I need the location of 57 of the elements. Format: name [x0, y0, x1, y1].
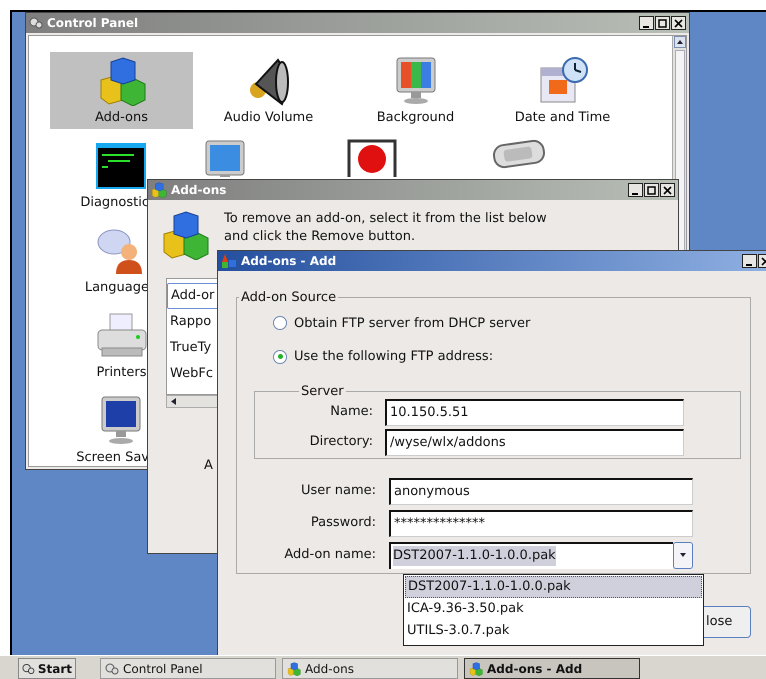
item-label: Add-ons: [94, 109, 148, 127]
text-field[interactable]: **************: [389, 510, 693, 536]
control-panel-item[interactable]: Screen Sav: [50, 392, 149, 466]
item-label: Language: [84, 279, 149, 297]
close-icon[interactable]: [671, 16, 686, 30]
close-icon[interactable]: [660, 183, 675, 197]
control-panel-item[interactable]: Background: [344, 52, 487, 129]
cubes-icon: [469, 662, 483, 676]
option-label: Obtain FTP server from DHCP server: [294, 314, 530, 332]
button-label-fragment: A: [204, 457, 213, 475]
instructions-text: To remove an add-on, select it from the list below and click the Remove button.: [224, 210, 548, 246]
control-panel-item[interactable]: Add-ons: [50, 52, 193, 129]
minimize-icon[interactable]: [628, 183, 643, 197]
field-label: Name:: [329, 403, 374, 422]
window-title: Add-ons: [171, 182, 226, 199]
field-label: Password:: [310, 514, 377, 532]
terminal-icon: [96, 143, 146, 189]
field-label: User name:: [300, 482, 377, 500]
group-title: Add-on Source: [240, 289, 338, 307]
dropdown-button[interactable]: [673, 542, 693, 568]
record-icon: [346, 139, 396, 177]
maximize-icon[interactable]: [655, 16, 670, 30]
field-label: Add-on name:: [283, 546, 377, 564]
text-field[interactable]: 10.150.5.51: [385, 398, 684, 426]
item-label: Date and Time: [514, 109, 610, 127]
minimize-icon[interactable]: [742, 254, 757, 268]
cubes-icon: [151, 182, 167, 198]
control-panel-item[interactable]: Language: [50, 222, 149, 299]
item-label: Diagnostic: [80, 194, 149, 212]
item-label: Printers: [96, 364, 147, 382]
text-field[interactable]: anonymous: [389, 478, 693, 504]
scroll-up-icon[interactable]: [674, 36, 686, 48]
cubes-icon: [287, 662, 301, 676]
text-field[interactable]: /wyse/wlx/addons: [385, 428, 684, 456]
caret-icon: [680, 553, 686, 557]
field-label: Directory:: [308, 433, 374, 452]
item-label: Screen Sav: [76, 449, 149, 466]
window-title: Add-ons - Add: [241, 253, 336, 270]
start-button[interactable]: Start: [18, 658, 76, 679]
window-title: Control Panel: [47, 15, 138, 32]
item-label: Audio Volume: [224, 109, 314, 127]
radio-button[interactable]: [273, 350, 287, 364]
control-panel-item[interactable]: Audio Volume: [197, 52, 340, 129]
addon-combo-box[interactable]: DST2007-1.1.0-1.0.0.pak: [389, 542, 673, 568]
item-label: Background: [376, 109, 454, 127]
group-title: Server: [300, 384, 345, 398]
dropdown-option[interactable]: DST2007-1.1.0-1.0.0.pak: [405, 576, 702, 598]
radio-button[interactable]: [273, 316, 287, 330]
maximize-icon[interactable]: [644, 183, 659, 197]
taskbar-button[interactable]: Control Panel: [100, 658, 276, 679]
minimize-icon[interactable]: [639, 16, 654, 30]
taskbar-button[interactable]: Add-ons: [282, 658, 458, 679]
option-label: Use the following FTP address:: [294, 348, 494, 366]
taskbar-button[interactable]: Add-ons - Add: [464, 658, 640, 679]
addons-add-icon: [221, 254, 237, 268]
control-panel-item[interactable]: Date and Time: [491, 52, 634, 129]
control-panel-item[interactable]: Diagnostic: [50, 137, 149, 214]
